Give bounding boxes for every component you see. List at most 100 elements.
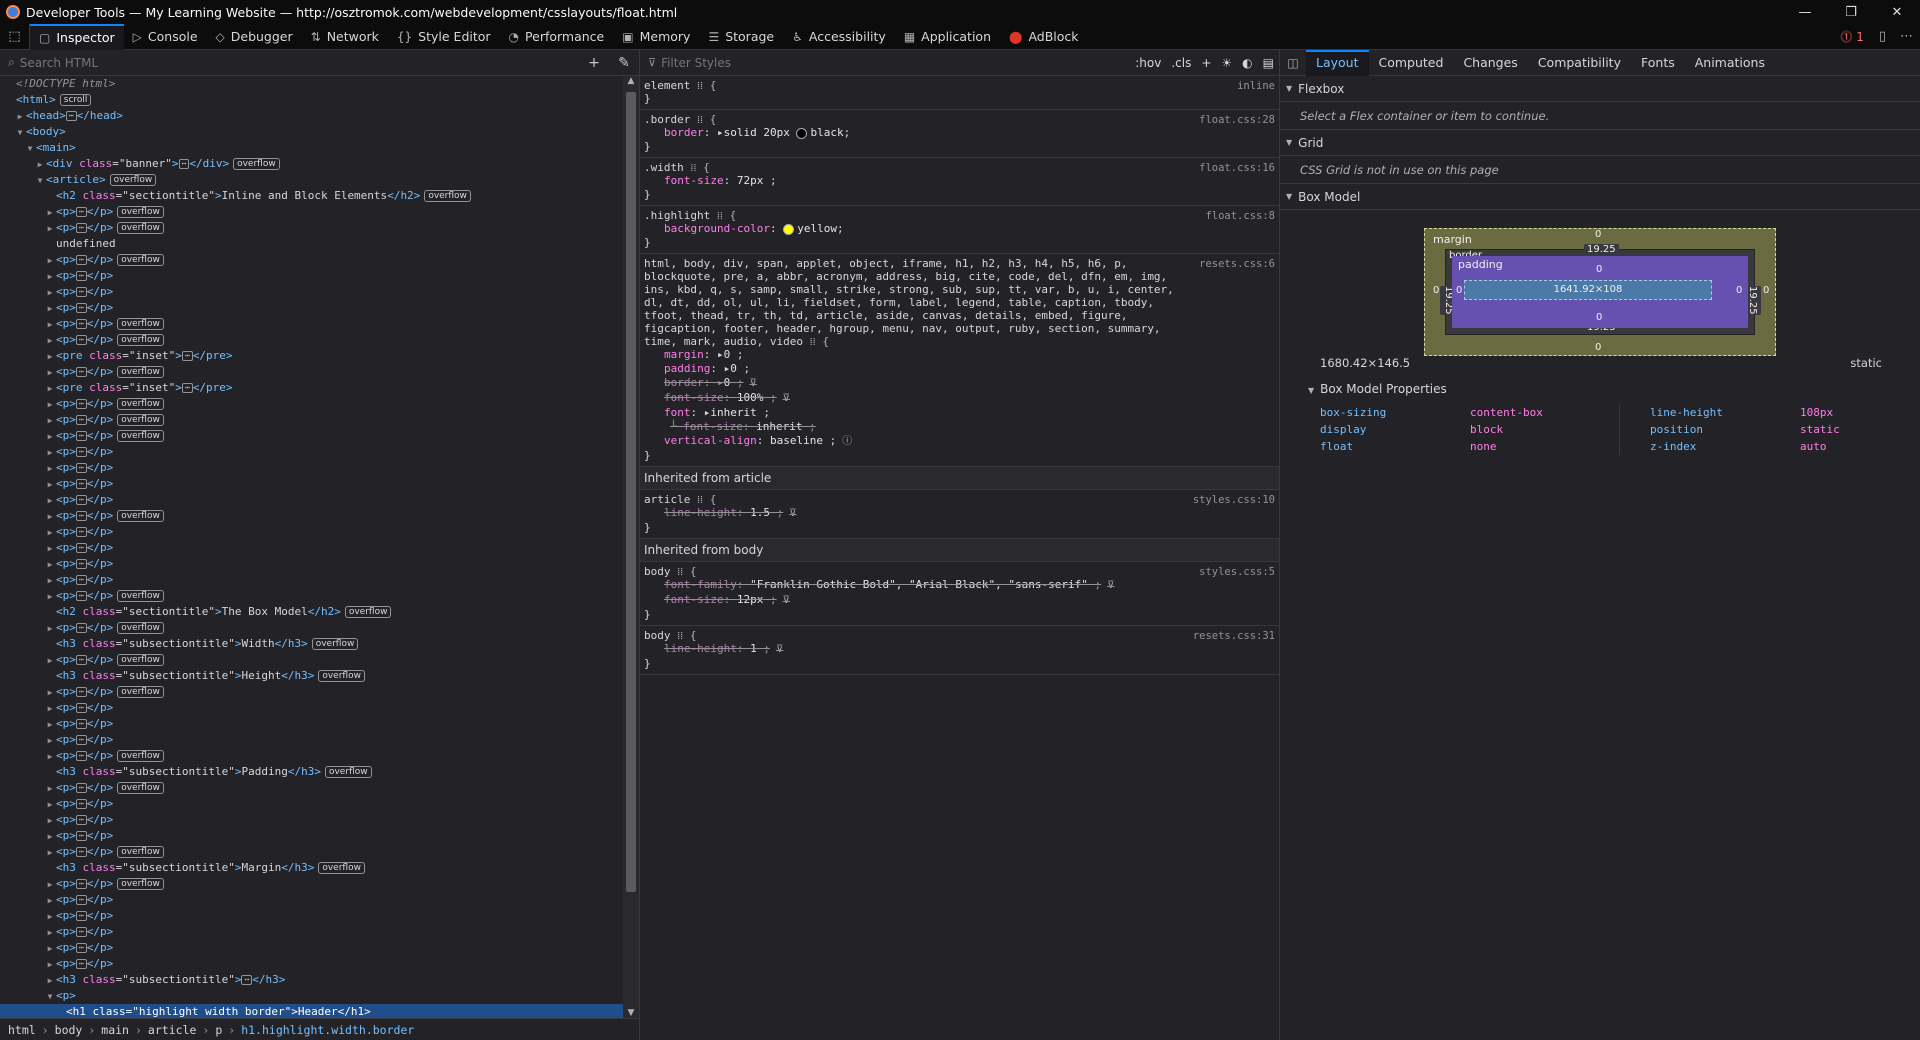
overflow-badge[interactable]: overflow bbox=[117, 590, 164, 602]
property-name[interactable]: margin bbox=[664, 348, 704, 361]
collapsed-children-icon[interactable]: ⋯ bbox=[65, 111, 77, 121]
collapsed-children-icon[interactable]: ⋯ bbox=[75, 895, 87, 905]
expand-arrow-icon[interactable]: ▶ bbox=[44, 877, 56, 893]
tool-tab-console[interactable]: ▷ Console bbox=[124, 24, 207, 50]
markup-node[interactable]: ▶ <p> ⋯ </p> bbox=[0, 268, 623, 284]
collapse-arrow-icon[interactable]: ▼ bbox=[14, 125, 26, 141]
expand-arrow-icon[interactable]: ▶ bbox=[44, 557, 56, 573]
property-value[interactable]: 0 bbox=[724, 348, 731, 361]
markup-node[interactable]: ▶ <p> ⋯ </p> bbox=[0, 444, 623, 460]
css-declaration[interactable]: └ font-size: inherit ; bbox=[644, 420, 1273, 434]
expand-arrow-icon[interactable]: ▶ bbox=[44, 893, 56, 909]
collapsed-children-icon[interactable]: ⋯ bbox=[75, 687, 87, 697]
property-value[interactable]: 100% bbox=[737, 391, 764, 404]
markup-node[interactable]: <h3 class="subsectiontitle">Margin</h3> o… bbox=[0, 860, 623, 876]
property-value[interactable]: 0 bbox=[724, 376, 731, 389]
collapsed-children-icon[interactable]: ⋯ bbox=[75, 335, 87, 345]
markup-node[interactable]: ▶ <p> ⋯ </p> overflow bbox=[0, 780, 623, 796]
expand-arrow-icon[interactable]: ▶ bbox=[44, 461, 56, 477]
expand-arrow-icon[interactable]: ▶ bbox=[44, 733, 56, 749]
css-rule[interactable]: float.css:8 .highlight ⁞⁞ {background-col… bbox=[640, 206, 1279, 254]
css-declaration[interactable]: line-height: 1.5 ; ⊽ bbox=[644, 506, 1273, 521]
css-rule[interactable]: float.css:16 .width ⁞⁞ {font-size: 72px ;… bbox=[640, 158, 1279, 206]
grid-highlighter-icon[interactable]: ⁞⁞ bbox=[671, 629, 690, 642]
markup-node[interactable]: ▶ <p> ⋯ </p> bbox=[0, 828, 623, 844]
collapsed-children-icon[interactable]: ⋯ bbox=[75, 415, 87, 425]
scroll-up-icon[interactable]: ▲ bbox=[623, 76, 639, 86]
css-declaration[interactable]: border: ▸0 ; ⊽ bbox=[644, 376, 1273, 391]
flexbox-section-header[interactable]: ▼ Flexbox bbox=[1280, 76, 1920, 102]
css-declaration[interactable]: background-color: yellow; bbox=[644, 222, 1273, 236]
grid-highlighter-icon[interactable]: ⁞⁞ bbox=[671, 565, 690, 578]
expand-arrow-icon[interactable]: ▶ bbox=[44, 621, 56, 637]
expand-arrow-icon[interactable]: ▶ bbox=[44, 797, 56, 813]
expand-arrow-icon[interactable]: ▶ bbox=[44, 477, 56, 493]
expand-arrow-icon[interactable]: ▶ bbox=[44, 397, 56, 413]
markup-node[interactable]: <h2 class="sectiontitle">The Box Model</… bbox=[0, 604, 623, 620]
margin-bottom-value[interactable]: 0 bbox=[1595, 342, 1601, 353]
collapsed-children-icon[interactable]: ⋯ bbox=[75, 527, 87, 537]
property-name[interactable]: line-height bbox=[664, 642, 737, 655]
expand-arrow-icon[interactable]: ▶ bbox=[44, 685, 56, 701]
markup-node[interactable]: ▶ <p> ⋯ </p> bbox=[0, 572, 623, 588]
markup-node[interactable]: ▶ <p> ⋯ </p> overflow bbox=[0, 844, 623, 860]
collapsed-children-icon[interactable]: ⋯ bbox=[75, 623, 87, 633]
box-model-padding[interactable]: padding 0 0 0 0 1641.92×108 bbox=[1452, 256, 1748, 328]
padding-bottom-value[interactable]: 0 bbox=[1596, 312, 1602, 323]
tab-compatibility[interactable]: Compatibility bbox=[1528, 50, 1631, 76]
markup-node[interactable]: ▶ <h3 class="subsectiontitle"> ⋯ </h3> bbox=[0, 972, 623, 988]
expand-arrow-icon[interactable]: ▶ bbox=[44, 573, 56, 589]
overflow-badge[interactable]: overflow bbox=[117, 510, 164, 522]
expand-arrow-icon[interactable]: ▶ bbox=[44, 301, 56, 317]
collapsed-children-icon[interactable]: ⋯ bbox=[75, 495, 87, 505]
overflow-badge[interactable]: overflow bbox=[117, 206, 164, 218]
markup-node[interactable]: ▶ <p> ⋯ </p> bbox=[0, 476, 623, 492]
breadcrumb-item[interactable]: h1.highlight.width.border bbox=[241, 1023, 414, 1037]
markup-node[interactable]: ▶ <p> ⋯ </p> bbox=[0, 556, 623, 572]
collapsed-children-icon[interactable]: ⋯ bbox=[75, 303, 87, 313]
markup-node[interactable]: ▶ <p> ⋯ </p> bbox=[0, 940, 623, 956]
css-declaration[interactable]: padding: ▸0 ; bbox=[644, 362, 1273, 376]
collapsed-children-icon[interactable]: ⋯ bbox=[75, 287, 87, 297]
restore-button[interactable]: ❐ bbox=[1828, 5, 1874, 20]
scrollbar-thumb[interactable] bbox=[626, 92, 636, 892]
css-rule[interactable]: styles.css:10 article ⁞⁞ {line-height: 1.… bbox=[640, 490, 1279, 539]
rule-source-link[interactable]: float.css:8 bbox=[1205, 209, 1275, 223]
markup-node[interactable]: ▶ <p> ⋯ </p> overflow bbox=[0, 364, 623, 380]
tool-tab-inspector[interactable]: ▢ Inspector bbox=[30, 23, 124, 50]
markup-node[interactable]: <html> scroll bbox=[0, 92, 623, 108]
css-declaration[interactable]: font: ▸inherit ; bbox=[644, 406, 1273, 420]
expand-arrow-icon[interactable]: ▶ bbox=[44, 349, 56, 365]
expand-arrow-icon[interactable]: ▶ bbox=[44, 925, 56, 941]
filter-rules-icon[interactable]: ⊽ bbox=[776, 644, 783, 655]
expand-arrow-icon[interactable]: ▶ bbox=[44, 525, 56, 541]
grid-section-header[interactable]: ▼ Grid bbox=[1280, 130, 1920, 156]
css-declaration[interactable]: font-family: "Franklin Gothic Bold", "Ar… bbox=[644, 578, 1273, 593]
expand-arrow-icon[interactable]: ▶ bbox=[44, 973, 56, 989]
collapsed-children-icon[interactable]: ⋯ bbox=[75, 207, 87, 217]
collapsed-children-icon[interactable]: ⋯ bbox=[75, 927, 87, 937]
property-value[interactable]: 1 bbox=[750, 642, 757, 655]
property-value-color[interactable]: black bbox=[810, 126, 843, 139]
markup-node[interactable]: ▶ <p> ⋯ </p> overflow bbox=[0, 588, 623, 604]
grid-highlighter-icon[interactable]: ⁞⁞ bbox=[710, 209, 729, 222]
filter-rules-icon[interactable]: ⊽ bbox=[783, 595, 790, 606]
color-swatch[interactable] bbox=[796, 127, 808, 139]
breadcrumb-item[interactable]: article bbox=[148, 1023, 196, 1037]
property-value[interactable]: 0 bbox=[730, 362, 737, 375]
property-name[interactable]: background-color bbox=[664, 222, 770, 235]
markup-node[interactable]: ▶ <p> ⋯ </p> overflow bbox=[0, 620, 623, 636]
collapsed-children-icon[interactable]: ⋯ bbox=[75, 783, 87, 793]
overflow-badge[interactable]: overflow bbox=[117, 334, 164, 346]
overflow-badge[interactable]: overflow bbox=[117, 430, 164, 442]
collapsed-children-icon[interactable]: ⋯ bbox=[75, 799, 87, 809]
markup-node[interactable]: ▶ <p> ⋯ </p> bbox=[0, 716, 623, 732]
overflow-badge[interactable]: overflow bbox=[318, 670, 365, 682]
property-value[interactable]: 1.5 bbox=[750, 506, 770, 519]
markup-node[interactable]: ▶ <p> ⋯ </p> overflow bbox=[0, 252, 623, 268]
collapsed-children-icon[interactable]: ⋯ bbox=[75, 367, 87, 377]
expand-arrow-icon[interactable]: ▶ bbox=[44, 845, 56, 861]
css-declaration[interactable]: font-size: 72px ; bbox=[644, 174, 1273, 188]
tab-fonts[interactable]: Fonts bbox=[1631, 50, 1685, 76]
collapsed-children-icon[interactable]: ⋯ bbox=[75, 543, 87, 553]
